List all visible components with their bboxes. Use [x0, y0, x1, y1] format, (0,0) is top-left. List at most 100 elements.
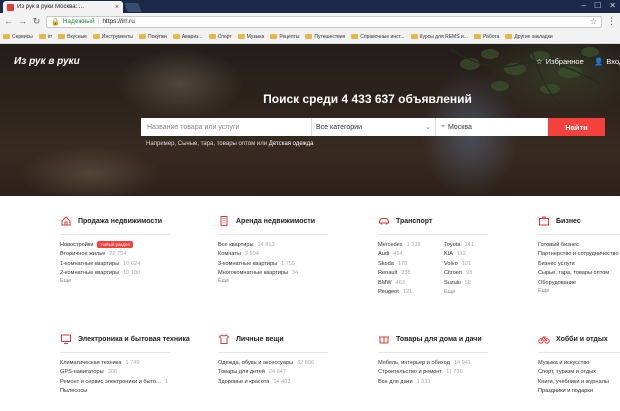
- subcategory-link[interactable]: Mercedes 1 338: [378, 240, 444, 250]
- subcategory-link[interactable]: 2-комнатные квартиры 10 180: [60, 269, 210, 279]
- subcategory-link[interactable]: 1-комнатные квартиры 10 624: [60, 259, 210, 269]
- more-link[interactable]: Еще: [538, 288, 620, 297]
- subcategory-link[interactable]: Новостройки Новый раздел: [60, 240, 210, 250]
- bookmark-item[interactable]: Рецепты: [270, 34, 299, 40]
- subcategory-label: Климатическая техника: [60, 359, 122, 366]
- category-header[interactable]: Хобби и отдых: [538, 332, 620, 346]
- subcategory-link[interactable]: Музыка и искусство: [538, 358, 620, 368]
- subcategory-link[interactable]: Товары для детей 24 647: [218, 368, 368, 378]
- subcategory-link[interactable]: Партнерство и сотрудничество: [538, 250, 620, 260]
- category-header[interactable]: Транспорт: [378, 214, 528, 228]
- browser-tab[interactable]: Из рук в руки Москва: ... ×: [3, 1, 123, 13]
- bookmark-item[interactable]: Сервисы: [3, 34, 33, 40]
- hero-title: Поиск среди 4 433 637 объявлений: [263, 92, 472, 106]
- address-bar[interactable]: 🔒 Надежный | https://irr.ru ☆: [46, 15, 602, 28]
- city-select[interactable]: ⌖ Москва: [436, 118, 548, 136]
- subcategory-link[interactable]: Вторичное жилье 22 754: [60, 250, 210, 260]
- subcategory-link[interactable]: Renault 338: [378, 269, 444, 279]
- bookmark-item[interactable]: Спорт: [208, 34, 232, 40]
- subcategory-link[interactable]: Одежда, обувь и аксессуары 32 806: [218, 358, 368, 368]
- subcategory-link[interactable]: Книги, учебники и журналы: [538, 377, 620, 387]
- subcategory-link[interactable]: Сырье, тара, товары оптом: [538, 269, 620, 279]
- bookmark-item[interactable]: Музыка: [237, 34, 264, 40]
- bookmark-item[interactable]: irr: [38, 34, 52, 40]
- subcategory-label: Пылесосы: [60, 388, 88, 395]
- subcategory-label: Одежда, обувь и аксессуары: [218, 359, 293, 366]
- more-link[interactable]: Еще: [444, 288, 510, 298]
- more-link[interactable]: Еще: [218, 278, 368, 287]
- subcategory-link[interactable]: Спорт, туризм и отдых: [538, 368, 620, 378]
- subcategory-label: Готовый бизнес: [538, 241, 579, 248]
- subcategory-link[interactable]: Ремонт и сервис электроники и быто... 1: [60, 377, 210, 387]
- subcategory-link[interactable]: Комнаты 3 504: [218, 250, 368, 260]
- favorites-label: Избранное: [545, 57, 584, 66]
- subcategory-label: Audi: [378, 251, 390, 258]
- subcategory-link[interactable]: Skoda 178: [378, 259, 444, 269]
- subcategory-link[interactable]: Все для дачи 1 331: [378, 377, 528, 387]
- subcategory-link[interactable]: BMW 463: [378, 278, 444, 288]
- subcategory-link[interactable]: Audi 414: [378, 250, 444, 260]
- subcategory-link[interactable]: Праздники и подарки: [538, 387, 620, 397]
- subcategory-link[interactable]: 3-комнатные квартиры 1 755: [218, 259, 368, 269]
- favorites-link[interactable]: ☆ Избранное: [536, 57, 584, 66]
- subcategory-link[interactable]: Многокомнатные квартиры 34: [218, 269, 368, 279]
- subcategory-link[interactable]: Suzuki 58: [444, 278, 510, 288]
- subcategory-link[interactable]: Пылесосы: [60, 387, 210, 397]
- bookmark-item[interactable]: Курсы для REMS и...: [410, 34, 468, 40]
- bookmark-item[interactable]: Работа: [473, 34, 499, 40]
- forward-icon[interactable]: →: [18, 17, 27, 26]
- subcategory-link[interactable]: GPS-навигаторы 308: [60, 368, 210, 378]
- briefcase-icon: [538, 215, 550, 227]
- subcategory-link[interactable]: Volvo 101: [444, 259, 510, 269]
- category-select[interactable]: Все категории ⌄: [312, 118, 436, 136]
- bookmark-item[interactable]: Справочные инст...: [351, 34, 405, 40]
- subcategory-link[interactable]: Peugeot 121: [378, 288, 444, 298]
- minimize-icon[interactable]: –: [582, 1, 586, 10]
- tab-title: Из рук в руки Москва: ...: [17, 4, 84, 10]
- category-header[interactable]: Товары для дома и дачи: [378, 332, 528, 346]
- subcategory-count: 14 403: [273, 378, 291, 385]
- bookmark-item[interactable]: Покупки: [139, 34, 167, 40]
- menu-icon[interactable]: ⋮: [607, 17, 616, 26]
- site-logo[interactable]: Из рук в руки: [14, 56, 80, 67]
- category-title: Транспорт: [396, 217, 433, 225]
- subcategory-link[interactable]: Готовый бизнес: [538, 240, 620, 250]
- subcategory-link[interactable]: Климатическая техника 1 749: [60, 358, 210, 368]
- bookmark-item[interactable]: Вкусные: [58, 34, 87, 40]
- more-link[interactable]: Еще: [60, 278, 210, 287]
- back-icon[interactable]: ←: [4, 17, 13, 26]
- maximize-icon[interactable]: ☐: [594, 1, 601, 10]
- close-window-icon[interactable]: ✕: [609, 1, 616, 10]
- new-tab-button[interactable]: [124, 3, 142, 12]
- category-block: Транспорт Mercedes 1 338 Toyota 141 Audi 414 KI…: [378, 214, 528, 297]
- subcategory-label: Товары для детей: [218, 369, 265, 376]
- subcategory-link[interactable]: Мебель, интерьер и обиход 14 941: [378, 358, 528, 368]
- bookmark-item[interactable]: Другие закладки: [505, 34, 553, 40]
- subcategory-link[interactable]: Здоровье и красота 14 403: [218, 377, 368, 387]
- subcategory-link[interactable]: Citroen 98: [444, 269, 510, 279]
- bookmark-item[interactable]: Инструменты: [92, 34, 133, 40]
- tab-close-icon[interactable]: ×: [115, 4, 119, 11]
- bicycle-icon: [538, 333, 550, 345]
- bookmark-star-icon[interactable]: ☆: [590, 17, 597, 26]
- reload-icon[interactable]: ↻: [32, 17, 41, 26]
- subcategory-link[interactable]: KIA 112: [444, 250, 510, 260]
- search-button[interactable]: Найти: [548, 118, 605, 136]
- subcategory-count: 1 755: [281, 260, 296, 267]
- category-header[interactable]: Бизнес: [538, 214, 620, 228]
- category-header[interactable]: Продажа недвижимости: [60, 214, 210, 228]
- subcategory-link[interactable]: Оборудование: [538, 278, 620, 288]
- subcategory-link[interactable]: Бизнес услуги: [538, 259, 620, 269]
- login-link[interactable]: 👤 Вход: [594, 57, 620, 66]
- category-header[interactable]: Аренда недвижимости: [218, 214, 368, 228]
- subcategory-link[interactable]: Все квартиры 14 813: [218, 240, 368, 250]
- category-header[interactable]: Личные вещи: [218, 332, 368, 346]
- subcategory-link[interactable]: Строительство и ремонт 11 736: [378, 368, 528, 378]
- bookmark-item[interactable]: Путешествия: [305, 34, 345, 40]
- bookmark-item[interactable]: Авариз...: [172, 34, 203, 40]
- subcategory-label: Еще: [444, 289, 456, 296]
- subcategory-link[interactable]: Toyota 141: [444, 240, 510, 250]
- category-header[interactable]: Электроника и бытовая техника: [60, 332, 210, 346]
- hint-link[interactable]: Детская одежда: [269, 141, 314, 147]
- search-input[interactable]: [141, 118, 312, 136]
